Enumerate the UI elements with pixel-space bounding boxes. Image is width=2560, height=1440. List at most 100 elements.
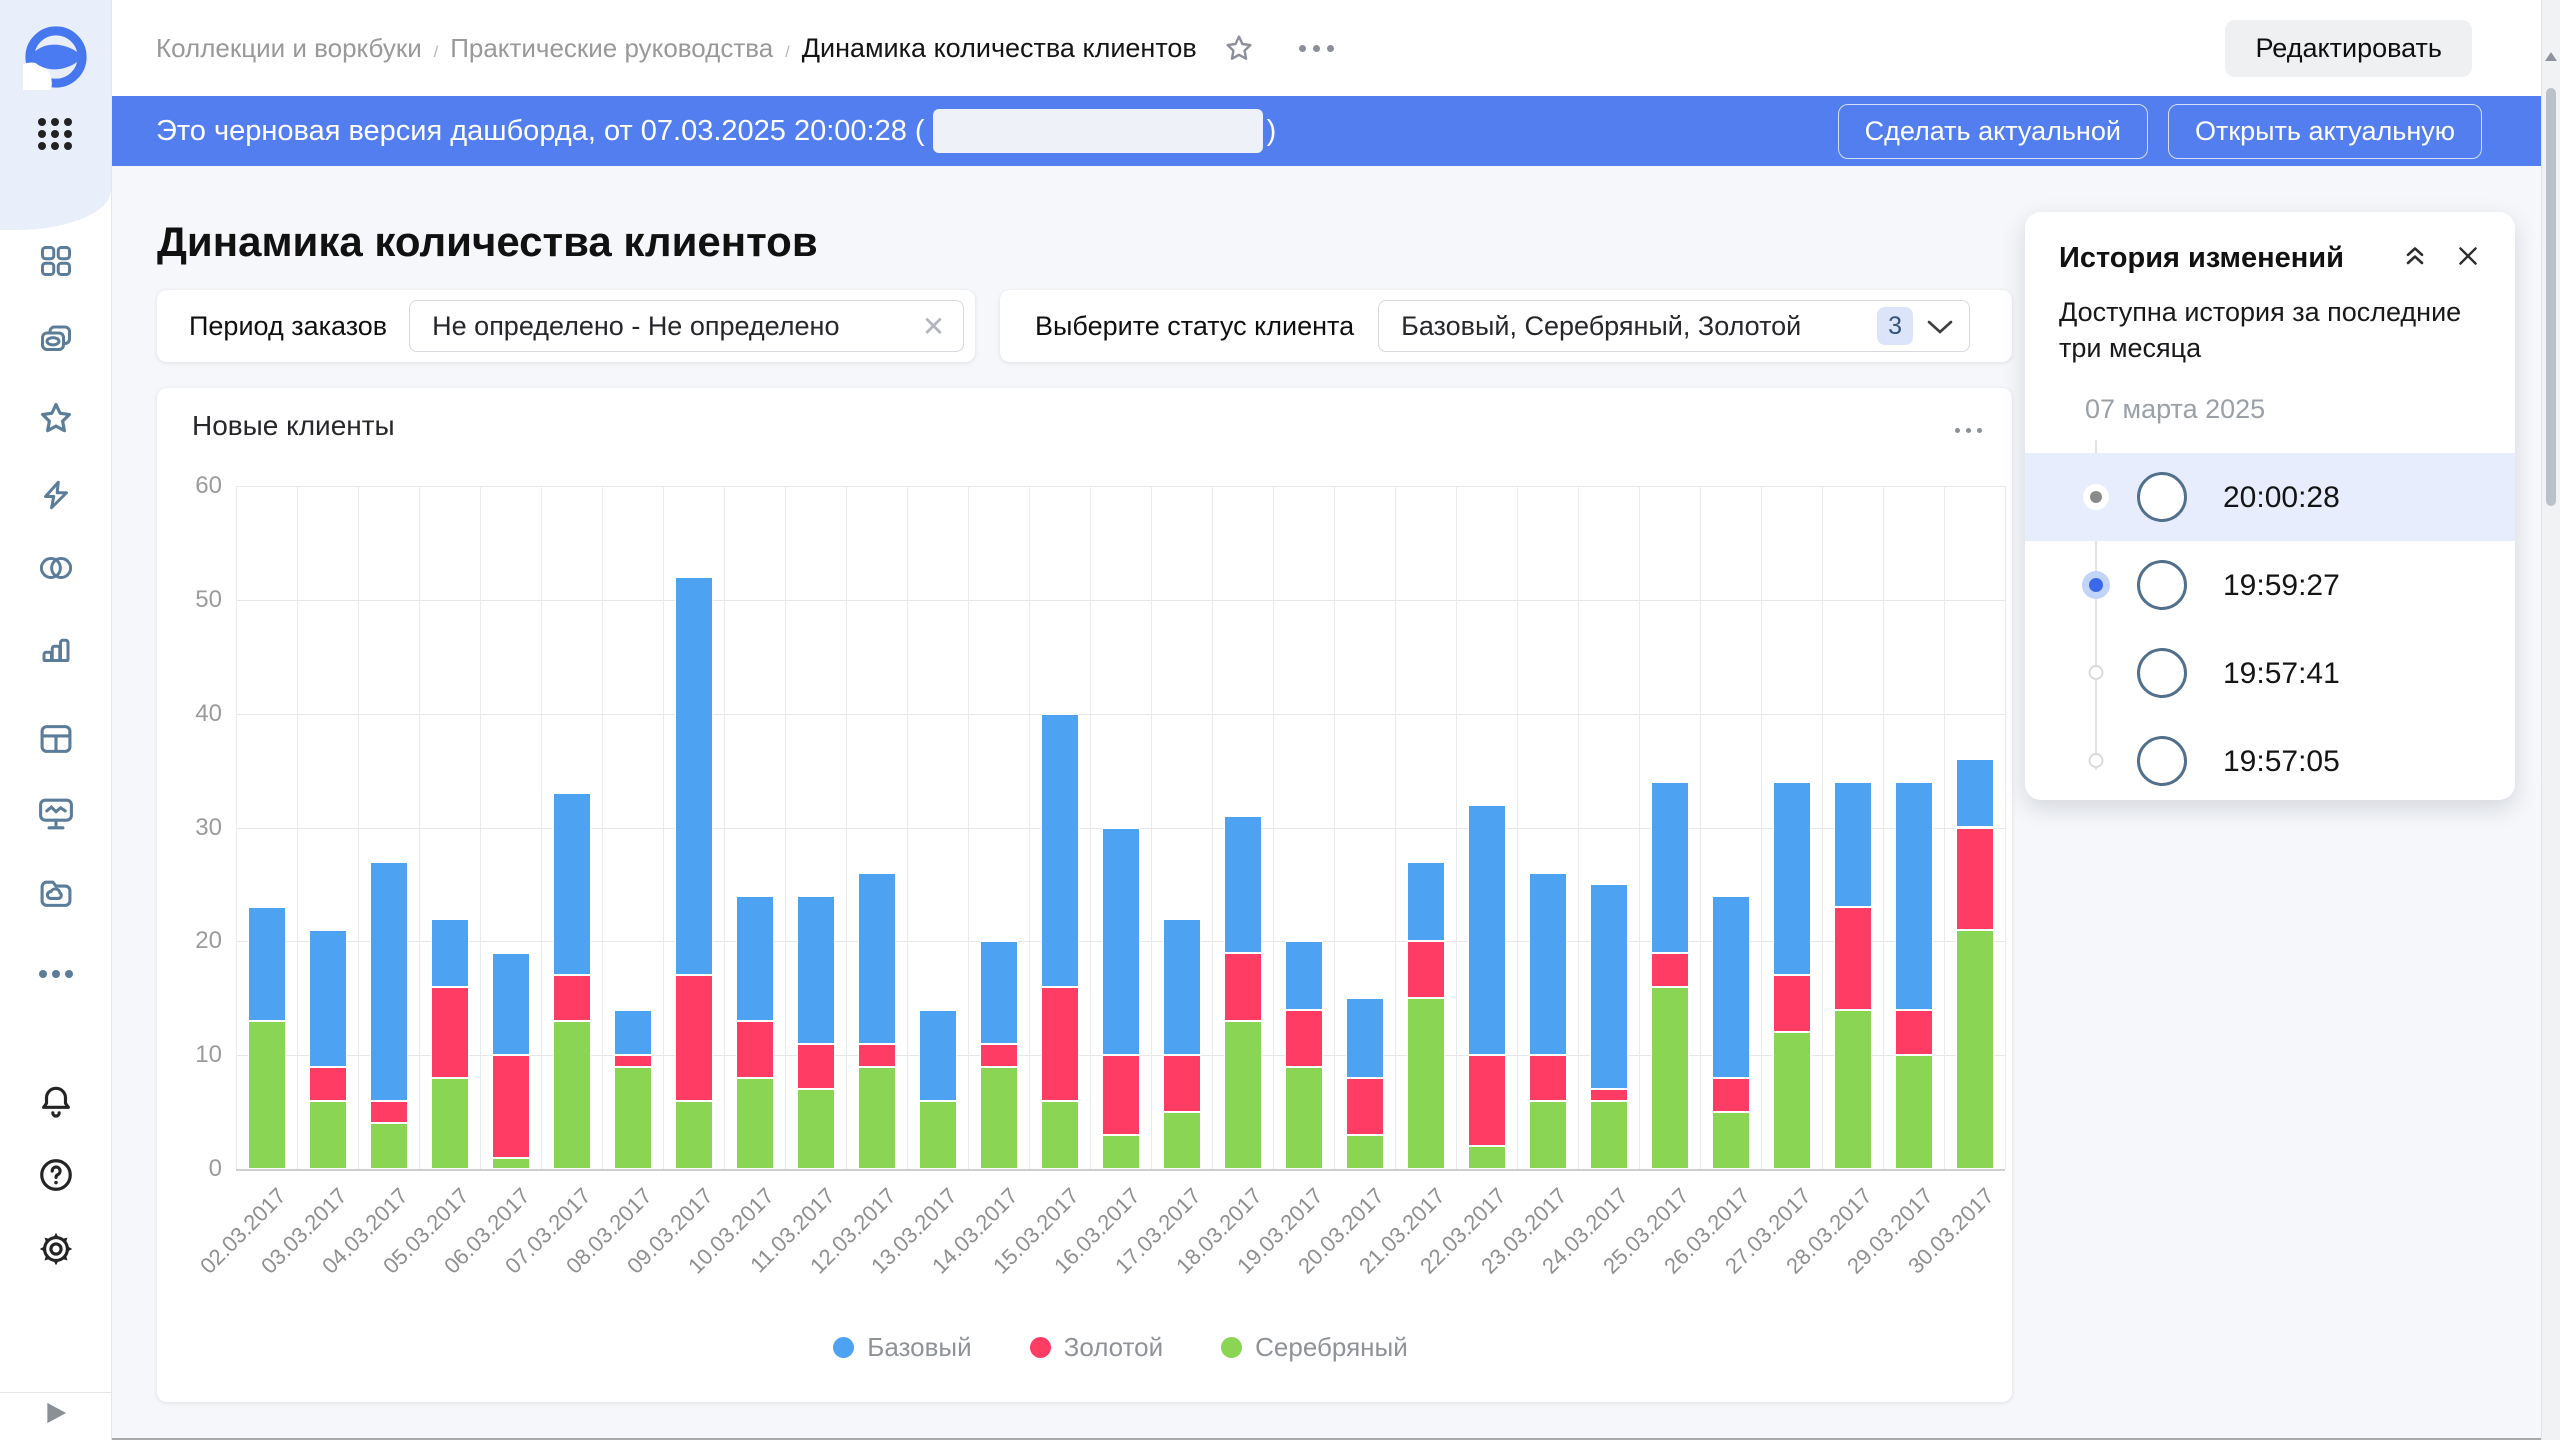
bar-segment[interactable] [1773, 782, 1811, 976]
help-icon[interactable] [0, 1156, 111, 1194]
bar-segment[interactable] [1773, 1032, 1811, 1169]
bar-segment[interactable] [1346, 1135, 1384, 1169]
bar-segment[interactable] [1346, 998, 1384, 1078]
bar-segment[interactable] [1712, 896, 1750, 1078]
bar-segment[interactable] [614, 1055, 652, 1066]
history-entry-row[interactable]: 19:57:05 [2025, 717, 2515, 805]
bar-segment[interactable] [1651, 782, 1689, 953]
connections-icon[interactable] [0, 553, 111, 583]
bar-segment[interactable] [1712, 1078, 1750, 1112]
bar-segment[interactable] [1773, 975, 1811, 1032]
bar-segment[interactable] [1529, 1101, 1567, 1169]
bar-segment[interactable] [431, 919, 469, 987]
bar-segment[interactable] [1285, 1010, 1323, 1067]
bar-segment[interactable] [1407, 998, 1445, 1169]
scrollbar-thumb[interactable] [2546, 88, 2556, 506]
make-actual-button[interactable]: Сделать актуальной [1838, 104, 2148, 159]
charts-icon[interactable] [0, 632, 111, 668]
legend-item[interactable]: Золотой [1030, 1332, 1164, 1363]
bar-segment[interactable] [1590, 1089, 1628, 1100]
bar-segment[interactable] [1041, 987, 1079, 1101]
bar-segment[interactable] [553, 1021, 591, 1169]
bar-segment[interactable] [614, 1067, 652, 1169]
bar-segment[interactable] [1895, 782, 1933, 1010]
bar-segment[interactable] [1102, 1055, 1140, 1135]
bar-segment[interactable] [1956, 759, 1994, 827]
apps-grid-icon[interactable] [0, 118, 111, 150]
bar-segment[interactable] [553, 793, 591, 975]
bar-segment[interactable] [1407, 862, 1445, 942]
bar-segment[interactable] [309, 1101, 347, 1169]
history-entry-row[interactable]: 19:59:27 [2025, 541, 2515, 629]
bar-segment[interactable] [370, 1123, 408, 1169]
bar-segment[interactable] [1102, 828, 1140, 1056]
favorites-star-icon[interactable] [0, 399, 111, 437]
bar-segment[interactable] [1895, 1010, 1933, 1056]
bar-segment[interactable] [1956, 828, 1994, 930]
bar-segment[interactable] [675, 577, 713, 975]
bar-segment[interactable] [675, 1101, 713, 1169]
bar-segment[interactable] [248, 907, 286, 1021]
collections-icon[interactable] [0, 243, 111, 279]
breadcrumb-item[interactable]: Коллекции и воркбуки [156, 33, 422, 63]
open-actual-button[interactable]: Открыть актуальную [2168, 104, 2482, 159]
bar-segment[interactable] [553, 975, 591, 1021]
bar-segment[interactable] [919, 1010, 957, 1101]
bar-segment[interactable] [1224, 816, 1262, 953]
bar-segment[interactable] [1163, 919, 1201, 1056]
bar-segment[interactable] [309, 1067, 347, 1101]
bar-segment[interactable] [1468, 1146, 1506, 1169]
bar-segment[interactable] [1041, 1101, 1079, 1169]
edit-button[interactable]: Редактировать [2225, 20, 2472, 77]
window-scrollbar[interactable] [2541, 0, 2560, 1440]
bar-segment[interactable] [1285, 941, 1323, 1009]
bar-segment[interactable] [431, 987, 469, 1078]
bar-segment[interactable] [797, 1044, 835, 1090]
bar-segment[interactable] [1163, 1055, 1201, 1112]
breadcrumb-item[interactable]: Практические руководства [450, 33, 773, 63]
status-filter-select[interactable]: Базовый, Серебряный, Золотой 3 [1378, 300, 1970, 352]
bar-segment[interactable] [1590, 1101, 1628, 1169]
bar-segment[interactable] [431, 1078, 469, 1169]
collapse-panel-icon[interactable] [2401, 242, 2429, 275]
settings-gear-icon[interactable] [0, 1230, 111, 1268]
bar-segment[interactable] [1468, 805, 1506, 1055]
bar-segment[interactable] [1529, 873, 1567, 1055]
bar-segment[interactable] [1529, 1055, 1567, 1101]
timeline-radio-icon[interactable] [2082, 571, 2110, 599]
expand-play-icon[interactable] [0, 1400, 111, 1426]
bar-segment[interactable] [797, 1089, 835, 1169]
bar-segment[interactable] [1041, 714, 1079, 987]
bar-segment[interactable] [980, 1067, 1018, 1169]
bar-segment[interactable] [980, 941, 1018, 1043]
datasets-table-icon[interactable] [0, 722, 111, 756]
bar-segment[interactable] [1956, 930, 1994, 1169]
favorite-star-icon[interactable] [1223, 32, 1255, 64]
bar-segment[interactable] [1895, 1055, 1933, 1169]
scroll-up-arrow-icon[interactable] [2545, 52, 2557, 61]
bar-segment[interactable] [858, 873, 896, 1044]
editor-lightning-icon[interactable] [0, 477, 111, 513]
bar-segment[interactable] [1834, 1010, 1872, 1169]
bar-segment[interactable] [858, 1067, 896, 1169]
bar-segment[interactable] [1651, 953, 1689, 987]
legend-item[interactable]: Серебряный [1221, 1332, 1408, 1363]
bar-segment[interactable] [675, 975, 713, 1100]
bar-segment[interactable] [1590, 884, 1628, 1089]
bar-segment[interactable] [1407, 941, 1445, 998]
bar-segment[interactable] [1224, 953, 1262, 1021]
bar-segment[interactable] [1834, 907, 1872, 1009]
bar-segment[interactable] [370, 862, 408, 1101]
bar-segment[interactable] [309, 930, 347, 1067]
bar-segment[interactable] [1224, 1021, 1262, 1169]
bar-segment[interactable] [1712, 1112, 1750, 1169]
close-panel-icon[interactable] [2455, 243, 2481, 274]
notifications-bell-icon[interactable] [0, 1082, 111, 1120]
bar-segment[interactable] [980, 1044, 1018, 1067]
bar-segment[interactable] [1102, 1135, 1140, 1169]
bar-segment[interactable] [1346, 1078, 1384, 1135]
more-dots-icon[interactable] [0, 968, 111, 980]
breadcrumb-more-icon[interactable] [1299, 45, 1334, 52]
bar-segment[interactable] [1163, 1112, 1201, 1169]
bar-segment[interactable] [1834, 782, 1872, 907]
